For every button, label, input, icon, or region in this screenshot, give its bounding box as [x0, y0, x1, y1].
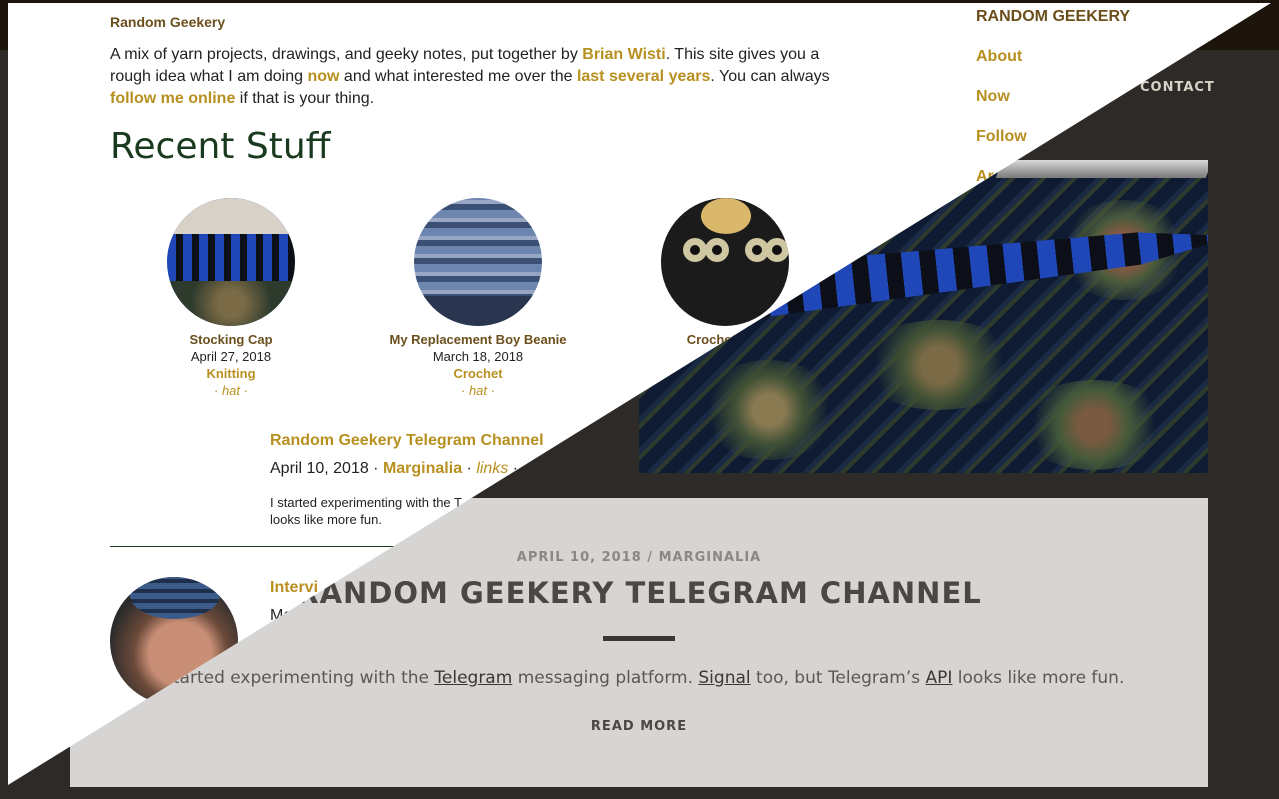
- recent-item-category[interactable]: Knitting: [141, 366, 321, 381]
- list-item-tag[interactable]: links: [476, 460, 508, 477]
- meta-separator: /: [647, 550, 654, 565]
- author-link[interactable]: Brian Wisti: [582, 46, 665, 63]
- read-more-button[interactable]: READ MORE: [70, 719, 1208, 734]
- beanie-thumbnail[interactable]: [414, 198, 542, 326]
- post-excerpt: I started experimenting with the Telegra…: [153, 668, 1125, 688]
- recent-heading: Recent Stuff: [110, 126, 331, 167]
- api-link[interactable]: API: [926, 668, 953, 688]
- stocking-cap-thumbnail[interactable]: [167, 198, 295, 326]
- post-category-link[interactable]: MARGINALIA: [659, 550, 762, 565]
- sidebar-item-about[interactable]: About: [976, 48, 1130, 66]
- recent-item-title[interactable]: Stocking Cap: [141, 332, 321, 347]
- sidebar-item-follow[interactable]: Follow: [976, 128, 1130, 146]
- recent-item: Stocking Cap April 27, 2018 Knitting · h…: [141, 198, 321, 398]
- telegram-link[interactable]: Telegram: [434, 668, 512, 688]
- crochet-ball-thumbnail[interactable]: [661, 198, 789, 326]
- list-item-title[interactable]: Random Geekery Telegram Channel: [270, 432, 544, 450]
- sidebar-title[interactable]: RANDOM GEEKERY: [976, 8, 1130, 26]
- recent-item-date: March 18, 2018: [432, 349, 524, 364]
- now-link[interactable]: now: [307, 68, 339, 85]
- recent-item-date: April 27, 2018: [190, 349, 272, 364]
- list-item-category[interactable]: Marginalia: [383, 460, 462, 477]
- recent-item-tag[interactable]: · hat ·: [141, 383, 321, 398]
- recent-item-category[interactable]: Crochet: [388, 366, 568, 381]
- intro-paragraph: A mix of yarn projects, drawings, and ge…: [110, 46, 830, 107]
- list-item-title[interactable]: Intervi: [270, 579, 318, 597]
- archive-link[interactable]: last several years: [577, 68, 710, 85]
- site-title[interactable]: Random Geekery: [110, 14, 225, 30]
- sidebar-item-now[interactable]: Now: [976, 88, 1130, 106]
- signal-link[interactable]: Signal: [698, 668, 750, 688]
- follow-link[interactable]: follow me online: [110, 90, 235, 107]
- post-date: APRIL 10, 2018: [516, 550, 642, 565]
- recent-item-title[interactable]: My Replacement Boy Beanie: [388, 332, 568, 347]
- recent-item: My Replacement Boy Beanie March 18, 2018…: [388, 198, 568, 398]
- title-divider: [603, 636, 675, 641]
- recent-item-tag[interactable]: · hat ·: [388, 383, 568, 398]
- list-item-meta: April 10, 2018 · Marginalia · links ·: [270, 460, 519, 477]
- nav-contact-link[interactable]: CONTACT: [1140, 80, 1215, 95]
